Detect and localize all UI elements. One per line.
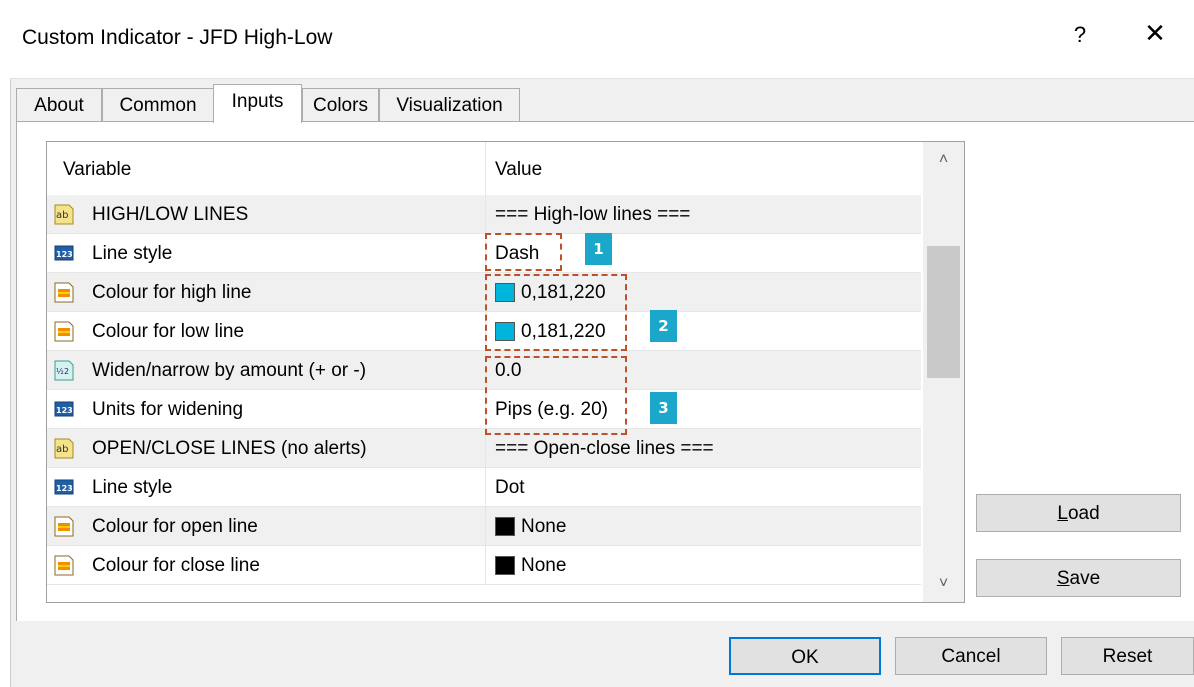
tab-label: About: [34, 95, 84, 116]
variable-name: Colour for open line: [92, 516, 258, 537]
table-row[interactable]: OPEN/CLOSE LINES (no alerts) === Open-cl…: [47, 429, 921, 468]
annotation-badge-1: 1: [585, 233, 612, 265]
variable-name: HIGH/LOW LINES: [92, 204, 249, 225]
variable-name: Colour for low line: [92, 321, 245, 342]
load-button[interactable]: Load: [976, 494, 1181, 532]
tab-label: Common: [119, 95, 197, 116]
variable-value[interactable]: === Open-close lines ===: [495, 438, 714, 460]
save-accelerator: S: [1056, 568, 1070, 589]
variable-name: Line style: [92, 243, 173, 264]
tab-inputs[interactable]: Inputs: [213, 84, 302, 123]
reset-label: Reset: [1102, 646, 1153, 667]
tab-colors[interactable]: Colors: [302, 88, 379, 122]
help-button[interactable]: ?: [1068, 22, 1092, 48]
ok-label: OK: [791, 647, 819, 668]
tab-label: Inputs: [231, 91, 284, 112]
variable-name: OPEN/CLOSE LINES (no alerts): [92, 438, 367, 459]
variable-value[interactable]: None: [521, 516, 566, 538]
window-title: Custom Indicator - JFD High-Low: [22, 26, 333, 49]
table-row[interactable]: Line style Dash: [47, 234, 921, 273]
tab-visualization[interactable]: Visualization: [379, 88, 520, 122]
vertical-scrollbar[interactable]: ˄ ˅: [923, 142, 964, 602]
variable-name: Colour for high line: [92, 282, 252, 303]
variable-value[interactable]: 0,181,220: [521, 321, 606, 343]
double-type-icon: [54, 359, 74, 381]
scroll-up-icon[interactable]: ˄: [923, 142, 964, 178]
tab-label: Visualization: [396, 95, 503, 116]
table-row[interactable]: Colour for close line None: [47, 546, 921, 585]
scroll-down-icon[interactable]: ˅: [923, 566, 964, 602]
integer-type-icon: [54, 476, 74, 498]
variable-value[interactable]: 0.0: [495, 360, 521, 382]
table-row[interactable]: Colour for open line None: [47, 507, 921, 546]
inputs-table: Variable Value HIGH/LOW LINES === High-l…: [46, 141, 965, 603]
table-row[interactable]: Line style Dot: [47, 468, 921, 507]
cancel-button[interactable]: Cancel: [895, 637, 1047, 675]
color-type-icon: [54, 281, 74, 303]
reset-button[interactable]: Reset: [1061, 637, 1194, 675]
color-type-icon: [54, 554, 74, 576]
variable-value[interactable]: Dot: [495, 477, 525, 499]
variable-value[interactable]: None: [521, 555, 566, 577]
table-row[interactable]: HIGH/LOW LINES === High-low lines ===: [47, 195, 921, 234]
title-bar: Custom Indicator - JFD High-Low ? ✕: [0, 0, 1194, 78]
variable-name: Widen/narrow by amount (+ or -): [92, 360, 367, 381]
ok-button[interactable]: OK: [729, 637, 881, 675]
variable-name: Line style: [92, 477, 173, 498]
integer-type-icon: [54, 242, 74, 264]
color-swatch: [495, 556, 515, 575]
close-button[interactable]: ✕: [1140, 18, 1170, 49]
string-type-icon: [54, 437, 74, 459]
annotation-badge-3: 3: [650, 392, 677, 424]
color-type-icon: [54, 320, 74, 342]
table-row[interactable]: Colour for high line 0,181,220: [47, 273, 921, 312]
integer-type-icon: [54, 398, 74, 420]
save-button[interactable]: Save: [976, 559, 1181, 597]
color-swatch: [495, 517, 515, 536]
tab-about[interactable]: About: [16, 88, 102, 122]
table-row[interactable]: Colour for low line 0,181,220: [47, 312, 921, 351]
variable-value[interactable]: Pips (e.g. 20): [495, 399, 608, 421]
variable-name: Colour for close line: [92, 555, 260, 576]
table-row[interactable]: Units for widening Pips (e.g. 20): [47, 390, 921, 429]
variable-value[interactable]: 0,181,220: [521, 282, 606, 304]
variable-value[interactable]: Dash: [495, 243, 539, 265]
color-type-icon: [54, 515, 74, 537]
column-header-variable[interactable]: Variable: [63, 159, 131, 181]
string-type-icon: [54, 203, 74, 225]
color-swatch: [495, 283, 515, 302]
table-header: Variable Value: [47, 142, 921, 195]
tab-common[interactable]: Common: [102, 88, 214, 122]
load-label: oad: [1067, 503, 1100, 524]
variable-name: Units for widening: [92, 399, 244, 420]
color-swatch: [495, 322, 515, 341]
variable-value[interactable]: === High-low lines ===: [495, 204, 690, 226]
table-row[interactable]: Widen/narrow by amount (+ or -) 0.0: [47, 351, 921, 390]
annotation-badge-2: 2: [650, 310, 677, 342]
scrollbar-thumb[interactable]: [927, 246, 960, 378]
column-header-value[interactable]: Value: [495, 159, 542, 181]
save-label: ave: [1069, 568, 1101, 589]
tab-label: Colors: [313, 95, 368, 116]
cancel-label: Cancel: [941, 646, 1001, 667]
load-accelerator: L: [1057, 503, 1068, 524]
